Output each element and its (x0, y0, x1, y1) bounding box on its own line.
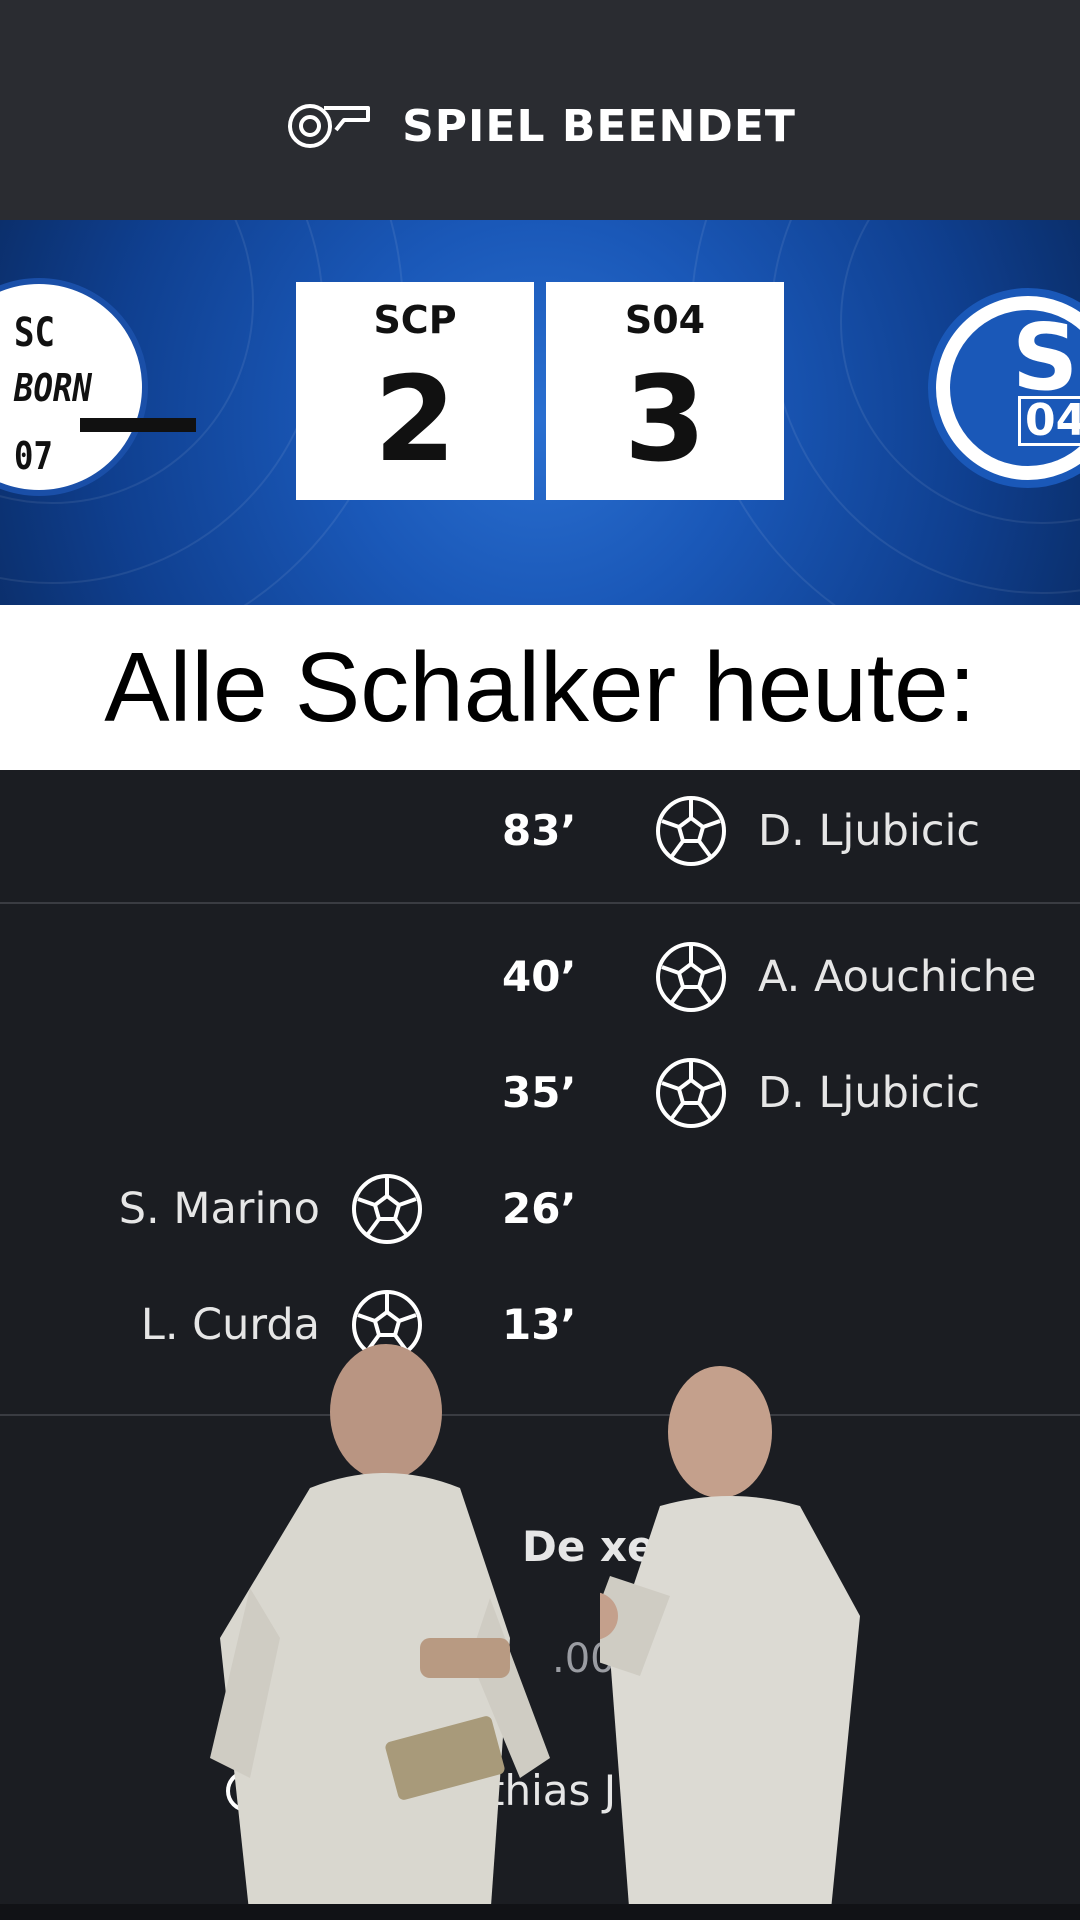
event-minute: 40’ (502, 952, 577, 1001)
home-crest-text-2: BORN (14, 366, 92, 410)
home-crest-text-1: SC (14, 310, 55, 356)
away-score-box: S04 3 (546, 282, 784, 500)
away-team-abbr: S04 (624, 298, 706, 342)
goal-events-list: 83’ D. Ljubicic 40’ A. Aouchiche 35’ D. … (0, 770, 1080, 1920)
home-score-box: SCP 2 (296, 282, 534, 500)
home-crest-stripe (80, 418, 196, 432)
event-minute: 83’ (502, 806, 577, 855)
event-player[interactable]: D. Ljubicic (758, 806, 980, 856)
event-player[interactable]: A. Aouchiche (758, 952, 1036, 1002)
football-icon (656, 1058, 726, 1128)
meme-figure-right (600, 1366, 860, 1920)
event-player[interactable]: D. Ljubicic (758, 1068, 980, 1118)
meme-caption: Alle Schalker heute: (0, 605, 1080, 770)
event-minute: 35’ (502, 1068, 577, 1117)
bottom-edge (0, 1904, 1080, 1920)
half-divider (0, 902, 1080, 904)
event-player[interactable]: S. Marino (119, 1184, 320, 1234)
football-icon (656, 942, 726, 1012)
event-minute: 26’ (502, 1184, 577, 1233)
away-score: 3 (623, 350, 707, 488)
meme-figure-left (210, 1344, 550, 1920)
home-crest-text-3: 07 (14, 434, 53, 478)
home-team-abbr: SCP (373, 298, 457, 342)
whistle-icon (288, 104, 371, 148)
home-score: 2 (373, 350, 457, 488)
football-icon (352, 1174, 422, 1244)
score-banner: SC BORN 07 SCP 2 S04 3 S 04 (0, 220, 1080, 605)
match-status-header: SPIEL BEENDET (0, 0, 1080, 220)
match-status-label: SPIEL BEENDET (402, 100, 796, 152)
football-icon (656, 796, 726, 866)
away-crest-number: 04 (1018, 396, 1080, 446)
